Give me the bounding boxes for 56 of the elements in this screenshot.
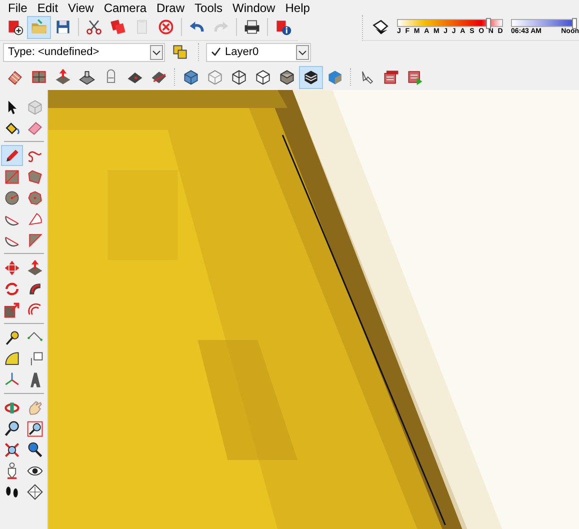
zoom-window-icon [26, 420, 44, 438]
move-arrows-icon [3, 258, 21, 276]
scissors-icon [85, 18, 103, 36]
printer-icon [243, 18, 261, 36]
menu-item[interactable]: Help [281, 0, 316, 14]
outline-cube-icon [254, 68, 272, 86]
menu-item[interactable]: File [4, 0, 34, 14]
wire-cube-icon [230, 68, 248, 86]
hand-icon [26, 398, 44, 416]
shaded-cube-icon [278, 68, 296, 86]
check-icon [211, 47, 221, 57]
zoom-extents-icon [3, 440, 21, 458]
dropdown-caret-icon [296, 44, 309, 60]
new-document-icon [6, 18, 24, 36]
scale-icon [3, 300, 21, 318]
copy-pages-icon [109, 18, 127, 36]
menu-item[interactable]: Window [228, 0, 282, 14]
diamond-icon [26, 482, 44, 500]
cube-icon [182, 68, 200, 86]
sun-box-icon [372, 18, 390, 36]
circle-icon [3, 188, 21, 206]
xray-cube-icon [206, 68, 224, 86]
slider-thumb[interactable] [486, 18, 492, 28]
document-box-icon [382, 68, 400, 86]
document-play-icon [406, 68, 424, 86]
tape-measure-icon [3, 328, 21, 346]
layer-dropdown[interactable]: Layer0 [206, 42, 311, 62]
polygon-icon [26, 188, 44, 206]
mesh-icon [6, 68, 24, 86]
component-icon [26, 98, 44, 116]
menu-item[interactable]: Camera [100, 0, 153, 14]
striped-cube-button[interactable] [299, 66, 323, 88]
grid-icon [30, 68, 48, 86]
time-slider[interactable] [511, 18, 577, 26]
pencil-tool-button[interactable] [1, 145, 23, 166]
menu-item[interactable]: Draw [152, 0, 191, 14]
folder-icon [30, 18, 48, 36]
pushpull-box-icon [54, 68, 72, 86]
textured-cube-icon [326, 68, 344, 86]
slider-thumb[interactable] [572, 18, 578, 28]
stamp-icon [78, 68, 96, 86]
magnifier-icon [3, 420, 21, 438]
tags-icon [171, 43, 189, 61]
menu-item[interactable]: View [64, 0, 100, 14]
pushpull-box-icon [26, 258, 44, 276]
square-icon [3, 168, 21, 186]
previous-view-icon [26, 440, 44, 458]
month-slider[interactable] [397, 18, 503, 26]
entity-type-dropdown[interactable]: Type: <undefined> [3, 42, 165, 62]
menu-item[interactable]: Edit [33, 0, 64, 14]
striped-cube-icon [302, 68, 320, 86]
cancel-icon [157, 18, 175, 36]
info-icon [274, 18, 292, 36]
menu-item[interactable]: Tools [190, 0, 229, 14]
dropdown-caret-icon [150, 44, 163, 60]
protractor-icon [3, 350, 21, 368]
